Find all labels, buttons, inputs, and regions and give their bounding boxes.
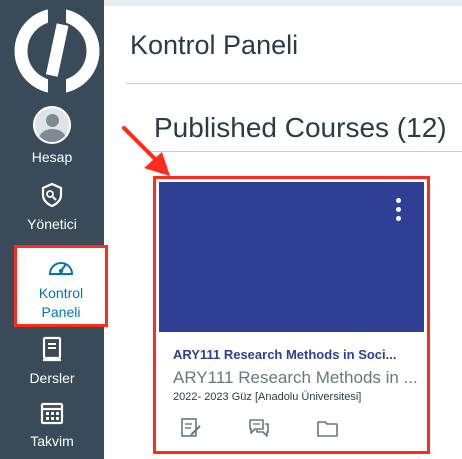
calendar-icon: [40, 402, 64, 425]
book-icon: [42, 336, 62, 362]
kebab-menu-icon[interactable]: [390, 198, 406, 226]
course-card[interactable]: ARY111 Research Methods in Soci... ARY11…: [153, 176, 430, 454]
speedometer-icon: [48, 262, 74, 275]
top-edge: [104, 0, 462, 6]
assignments-icon[interactable]: [179, 417, 203, 439]
sidebar-item-account[interactable]: Hesap: [0, 106, 104, 166]
published-courses-heading: Published Courses (12): [154, 112, 447, 143]
sidebar-item-admin[interactable]: Yönetici: [0, 181, 104, 233]
sidebar-item-label: Yönetici: [27, 216, 77, 232]
course-title-link[interactable]: ARY111 Research Methods in Soci...: [173, 347, 418, 362]
sidebar-item-label: Takvim: [30, 433, 74, 449]
global-navigation: Hesap Yönetici Dersler Takvim: [0, 0, 104, 459]
course-name: ARY111 Research Methods in ...: [173, 368, 418, 387]
course-term: 2022- 2023 Güz [Anadolu Üniversitesi]: [173, 391, 362, 403]
divider: [147, 151, 462, 152]
page-title: Kontrol Paneli: [130, 30, 299, 60]
sidebar-item-calendar[interactable]: Takvim: [0, 400, 104, 450]
divider: [126, 83, 462, 84]
course-card-hero[interactable]: [159, 182, 424, 332]
sidebar-item-label: Dersler: [29, 370, 75, 386]
discussions-icon[interactable]: [247, 417, 271, 439]
avatar: [33, 106, 71, 144]
sidebar-item-label: Hesap: [31, 149, 73, 165]
sidebar-item-courses[interactable]: Dersler: [0, 335, 104, 387]
sidebar-item-dashboard[interactable]: Kontrol Paneli: [14, 245, 108, 327]
sidebar-item-label: Kontrol Paneli: [38, 285, 84, 320]
files-icon[interactable]: [316, 417, 340, 439]
shield-icon: [41, 182, 63, 208]
institution-logo[interactable]: [12, 8, 102, 94]
annotation-arrow-icon: [122, 126, 170, 176]
